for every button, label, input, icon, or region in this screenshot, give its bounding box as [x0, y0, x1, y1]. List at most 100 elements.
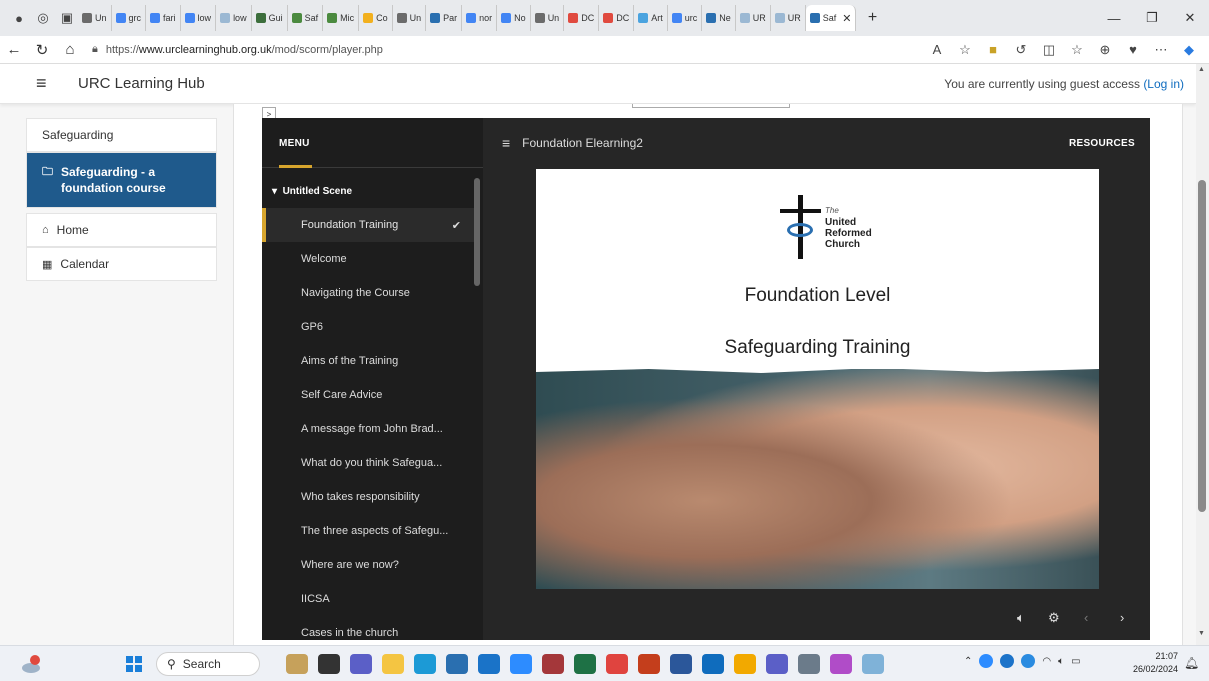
- access-icon[interactable]: [542, 654, 564, 674]
- app-icon[interactable]: [606, 654, 628, 674]
- app-icon[interactable]: [286, 654, 308, 674]
- refresh-button[interactable]: ↻: [28, 36, 56, 64]
- more-menu-icon[interactable]: ⋯: [1147, 38, 1175, 62]
- extension-icon[interactable]: ■: [979, 38, 1007, 62]
- browser-tab[interactable]: nor: [462, 5, 498, 31]
- refresh-extension-icon[interactable]: ↺: [1007, 38, 1035, 62]
- profile-icon[interactable]: ●: [8, 7, 30, 29]
- taskbar-search[interactable]: ⚲ Search: [156, 652, 260, 676]
- browser-tab[interactable]: low: [216, 5, 252, 31]
- browser-tab[interactable]: Par: [426, 5, 463, 31]
- close-window-button[interactable]: ✕: [1171, 0, 1209, 36]
- app-icon[interactable]: [446, 654, 468, 674]
- favorites-icon[interactable]: ☆: [1063, 38, 1091, 62]
- browser-tab[interactable]: Un: [78, 5, 112, 31]
- restore-button[interactable]: ❐: [1133, 0, 1171, 36]
- performance-icon[interactable]: ♥: [1119, 38, 1147, 62]
- favorite-star-icon[interactable]: ☆: [951, 38, 979, 62]
- menu-item[interactable]: IICSA: [262, 582, 475, 616]
- browser-tab[interactable]: UR: [736, 5, 771, 31]
- menu-scrollbar[interactable]: [474, 178, 480, 286]
- new-tab-button[interactable]: +: [860, 9, 884, 27]
- sidebar-item-safeguarding[interactable]: Safeguarding: [26, 118, 217, 152]
- previous-slide-icon[interactable]: ‹: [1084, 610, 1088, 625]
- app-icon[interactable]: [350, 654, 372, 674]
- scene-toggle[interactable]: ▾ Untitled Scene: [272, 186, 352, 197]
- browser-tab[interactable]: Gui: [252, 5, 288, 31]
- onedrive-icon[interactable]: [1000, 654, 1015, 668]
- menu-item[interactable]: A message from John Brad...: [262, 412, 475, 446]
- sidebar-toggle-icon[interactable]: ≡: [502, 135, 510, 151]
- browser-tab[interactable]: DC: [599, 5, 635, 31]
- copilot-icon[interactable]: ◆: [1175, 38, 1203, 62]
- menu-item[interactable]: The three aspects of Safegu...: [262, 514, 475, 548]
- word-icon[interactable]: [670, 654, 692, 674]
- taskbar-clock[interactable]: 21:07 26/02/2024: [1128, 650, 1178, 676]
- menu-item[interactable]: Navigating the Course: [262, 276, 475, 310]
- menu-item[interactable]: Aims of the Training: [262, 344, 475, 378]
- back-button[interactable]: ←: [0, 36, 28, 64]
- sidebar-item-course[interactable]: 🗀︎ Safeguarding - a foundation course: [26, 152, 217, 208]
- notification-bell-icon[interactable]: 🔔︎: [1184, 656, 1199, 670]
- split-screen-icon[interactable]: ◫: [1035, 38, 1063, 62]
- mail-icon[interactable]: [478, 654, 500, 674]
- browser-tab[interactable]: Saf: [288, 5, 324, 31]
- browser-tab[interactable]: Un: [531, 5, 565, 31]
- browser-tab[interactable]: urc: [668, 5, 703, 31]
- home-button[interactable]: ⌂: [56, 36, 84, 64]
- onedrive-icon[interactable]: [1021, 654, 1036, 668]
- battery-icon[interactable]: ▭: [1071, 656, 1080, 667]
- page-scrollbar[interactable]: ▲ ▼: [1196, 64, 1209, 645]
- active-tab[interactable]: Saf ✕: [805, 5, 857, 31]
- settings-icon[interactable]: [798, 654, 820, 674]
- menu-item[interactable]: Welcome: [262, 242, 475, 276]
- resources-button[interactable]: RESOURCES: [1069, 138, 1135, 149]
- menu-item[interactable]: Cases in the church: [262, 616, 475, 640]
- browser-tab[interactable]: UR: [771, 5, 806, 31]
- settings-gear-icon[interactable]: ⚙: [1048, 610, 1060, 626]
- browser-tab[interactable]: low: [181, 5, 217, 31]
- weather-widget-icon[interactable]: [20, 654, 42, 674]
- zoom-tray-icon[interactable]: [979, 654, 994, 668]
- edge-icon[interactable]: [414, 654, 436, 674]
- menu-item[interactable]: Who takes responsibility: [262, 480, 475, 514]
- app-icon[interactable]: [734, 654, 756, 674]
- excel-icon[interactable]: [574, 654, 596, 674]
- start-button[interactable]: [126, 656, 142, 672]
- browser-tab[interactable]: DC: [564, 5, 600, 31]
- browser-tab[interactable]: Mic: [323, 5, 360, 31]
- menu-item[interactable]: Self Care Advice: [262, 378, 475, 412]
- menu-title[interactable]: MENU: [279, 138, 310, 149]
- browser-tab[interactable]: Un: [393, 5, 427, 31]
- tab-actions-icon[interactable]: ▣: [56, 7, 78, 29]
- scroll-down-icon[interactable]: ▼: [1198, 630, 1205, 637]
- zoom-icon[interactable]: [510, 654, 532, 674]
- powerpoint-icon[interactable]: [638, 654, 660, 674]
- sidebar-item-home[interactable]: ⌂ Home: [26, 213, 217, 247]
- app-icon[interactable]: [318, 654, 340, 674]
- browser-tab[interactable]: Art: [634, 5, 668, 31]
- login-link[interactable]: (Log in): [1143, 77, 1184, 91]
- wifi-icon[interactable]: ◠: [1042, 656, 1051, 667]
- file-explorer-icon[interactable]: [382, 654, 404, 674]
- menu-item[interactable]: What do you think Safegua...: [262, 446, 475, 480]
- teams-icon[interactable]: [766, 654, 788, 674]
- browser-tab[interactable]: Ne: [702, 5, 736, 31]
- app-icon[interactable]: [862, 654, 884, 674]
- url-field[interactable]: 🔒︎ https://www.urclearninghub.org.uk/mod…: [92, 39, 923, 61]
- browser-tab[interactable]: Co: [359, 5, 393, 31]
- browser-tab[interactable]: No: [497, 5, 531, 31]
- workspaces-icon[interactable]: ◎: [32, 7, 54, 29]
- scroll-up-icon[interactable]: ▲: [1198, 66, 1205, 73]
- close-tab-icon[interactable]: ✕: [842, 12, 851, 25]
- next-slide-icon[interactable]: ›: [1120, 610, 1124, 625]
- minimize-button[interactable]: —: [1095, 0, 1133, 36]
- menu-item[interactable]: GP6: [262, 310, 475, 344]
- browser-tab[interactable]: fari: [146, 5, 181, 31]
- scrollbar-thumb[interactable]: [1198, 180, 1206, 512]
- sidebar-item-calendar[interactable]: ▦ Calendar: [26, 247, 217, 281]
- outlook-icon[interactable]: [702, 654, 724, 674]
- site-name[interactable]: URC Learning Hub: [78, 75, 205, 92]
- drawer-toggle-icon[interactable]: ≡: [36, 73, 56, 94]
- volume-icon[interactable]: 🔈︎: [1017, 610, 1025, 626]
